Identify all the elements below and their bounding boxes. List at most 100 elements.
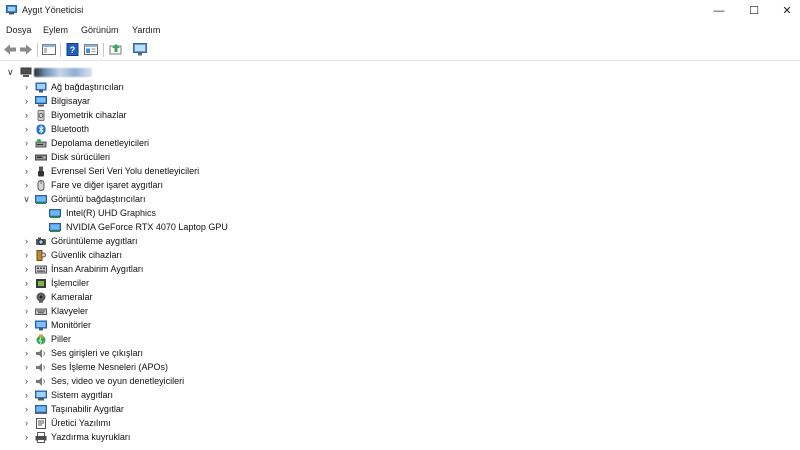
toolbar-separator	[103, 43, 104, 57]
audio-io-icon	[36, 349, 45, 358]
tree-category[interactable]: › Kameralar	[0, 291, 800, 305]
tree-category[interactable]: › Ağ bağdaştırıcıları	[0, 81, 800, 95]
tree-category[interactable]: › Depolama denetleyicileri	[0, 137, 800, 151]
tree-category[interactable]: › Yazdırma kuyrukları	[0, 431, 800, 445]
tree-category-label: Bilgisayar	[51, 96, 91, 106]
tree-category-label: Klavyeler	[51, 306, 89, 316]
chevron-right-icon[interactable]: ›	[22, 320, 31, 330]
tree-category-label: Disk sürücüleri	[51, 152, 111, 162]
help-icon[interactable]: ?	[66, 43, 80, 56]
tree-category-label: Piller	[51, 334, 72, 344]
battery-icon	[36, 334, 46, 345]
tree-category-label: Ses, video ve oyun denetleyicileri	[51, 376, 185, 386]
chevron-right-icon[interactable]: ›	[22, 334, 31, 344]
menu-eylem[interactable]: Eylem	[43, 25, 68, 35]
portable-device-icon	[35, 405, 47, 414]
tree-category[interactable]: › İşlemciler	[0, 277, 800, 291]
chevron-right-icon[interactable]: ›	[22, 348, 31, 358]
tree-category[interactable]: › İnsan Arabirim Aygıtları	[0, 263, 800, 277]
network-adapter-icon	[35, 82, 47, 93]
bluetooth-icon	[36, 124, 46, 135]
tree-root[interactable]: ∨	[0, 66, 800, 80]
tree-category[interactable]: › Ses, video ve oyun denetleyicileri	[0, 375, 800, 389]
chevron-right-icon[interactable]: ›	[22, 166, 31, 176]
close-button[interactable]: ✕	[764, 0, 800, 21]
imaging-device-icon	[36, 237, 46, 245]
tree-category-label: Görüntüleme aygıtları	[51, 236, 138, 246]
tree-category-label: Sistem aygıtları	[51, 390, 114, 400]
chevron-right-icon[interactable]: ›	[22, 432, 31, 442]
properties-icon[interactable]	[84, 43, 98, 56]
chevron-right-icon[interactable]: ›	[22, 138, 31, 148]
chevron-right-icon[interactable]: ›	[22, 362, 31, 372]
tree-category[interactable]: › Piller	[0, 333, 800, 347]
chevron-right-icon[interactable]: ›	[22, 376, 31, 386]
computer-icon	[35, 96, 47, 107]
tree-category[interactable]: › Üretici Yazılımı	[0, 417, 800, 431]
tree-category[interactable]: › Fare ve diğer işaret aygıtları	[0, 179, 800, 193]
chevron-right-icon[interactable]: ›	[22, 390, 31, 400]
tree-category-label: Taşınabilir Aygıtlar	[51, 404, 124, 414]
tree-category[interactable]: › Sistem aygıtları	[0, 389, 800, 403]
tree-category[interactable]: ∨ Görüntü bağdaştırıcıları	[0, 193, 800, 207]
tree-category-label: Kameralar	[51, 292, 93, 302]
chevron-right-icon[interactable]: ›	[22, 418, 31, 428]
title-bar: Aygıt Yöneticisi — ☐ ✕	[0, 0, 800, 21]
tree-category-label: Fare ve diğer işaret aygıtları	[51, 180, 164, 190]
forward-arrow-icon[interactable]	[19, 43, 33, 56]
chevron-right-icon[interactable]: ›	[22, 278, 31, 288]
tree-category-label: Depolama denetleyicileri	[51, 138, 150, 148]
tree-category[interactable]: › Güvenlik cihazları	[0, 249, 800, 263]
device-manager-app-icon	[6, 5, 17, 15]
window-title: Aygıt Yöneticisi	[22, 5, 84, 15]
print-queue-icon	[35, 432, 47, 443]
menu-yardim[interactable]: Yardım	[132, 25, 160, 35]
chevron-right-icon[interactable]: ›	[22, 96, 31, 106]
tree-category-label: Ses girişleri ve çıkışları	[51, 348, 144, 358]
tree-category[interactable]: › Ses İşleme Nesneleri (APOs)	[0, 361, 800, 375]
security-device-icon	[36, 250, 46, 261]
tree-category-label: Görüntü bağdaştırıcıları	[51, 194, 146, 204]
tree-category-label: Ses İşleme Nesneleri (APOs)	[51, 362, 169, 372]
chevron-right-icon[interactable]: ›	[22, 180, 31, 190]
tree-category[interactable]: › Bluetooth	[0, 123, 800, 137]
chevron-down-icon[interactable]: ∨	[7, 67, 14, 78]
tree-category[interactable]: › Ses girişleri ve çıkışları	[0, 347, 800, 361]
chevron-right-icon[interactable]: ›	[22, 82, 31, 92]
disk-drive-icon	[35, 154, 47, 161]
chevron-right-icon[interactable]: ›	[22, 236, 31, 246]
chevron-right-icon[interactable]: ›	[22, 110, 31, 120]
close-icon: ✕	[782, 5, 792, 17]
chevron-right-icon[interactable]: ›	[22, 264, 31, 274]
audio-processing-icon	[36, 363, 45, 372]
chevron-right-icon[interactable]: ›	[22, 250, 31, 260]
chevron-right-icon[interactable]: ›	[22, 124, 31, 134]
tree-category[interactable]: › Evrensel Seri Veri Yolu denetleyicileri	[0, 165, 800, 179]
tree-category[interactable]: › Görüntüleme aygıtları	[0, 235, 800, 249]
chevron-right-icon[interactable]: ›	[22, 404, 31, 414]
tree-category-label: Üretici Yazılımı	[51, 418, 111, 428]
chevron-down-icon[interactable]: ∨	[22, 194, 31, 205]
tree-category[interactable]: › Disk sürücüleri	[0, 151, 800, 165]
chevron-right-icon[interactable]: ›	[22, 306, 31, 316]
tree-category[interactable]: › Bilgisayar	[0, 95, 800, 109]
scan-hardware-icon[interactable]	[133, 43, 147, 56]
menu-dosya[interactable]: Dosya	[6, 25, 32, 35]
firmware-icon	[36, 418, 46, 429]
monitor-icon	[35, 320, 47, 331]
tree-device[interactable]: NVIDIA GeForce RTX 4070 Laptop GPU	[0, 221, 800, 235]
device-tree: ∨ › Ağ bağdaştırıcıları › Bilgisayar › Biyome…	[0, 62, 800, 450]
back-arrow-icon[interactable]	[3, 43, 17, 56]
toolbar-separator	[60, 43, 61, 57]
svg-text:?: ?	[70, 45, 76, 55]
tree-category[interactable]: › Taşınabilir Aygıtlar	[0, 403, 800, 417]
menu-gorunum[interactable]: Görünüm	[81, 25, 119, 35]
chevron-right-icon[interactable]: ›	[22, 292, 31, 302]
show-hide-console-tree-icon[interactable]	[42, 43, 56, 56]
tree-device[interactable]: Intel(R) UHD Graphics	[0, 207, 800, 221]
update-driver-icon[interactable]	[109, 43, 123, 56]
chevron-right-icon[interactable]: ›	[22, 152, 31, 162]
tree-category[interactable]: › Monitörler	[0, 319, 800, 333]
tree-category[interactable]: › Klavyeler	[0, 305, 800, 319]
tree-category[interactable]: › Biyometrik cihazlar	[0, 109, 800, 123]
